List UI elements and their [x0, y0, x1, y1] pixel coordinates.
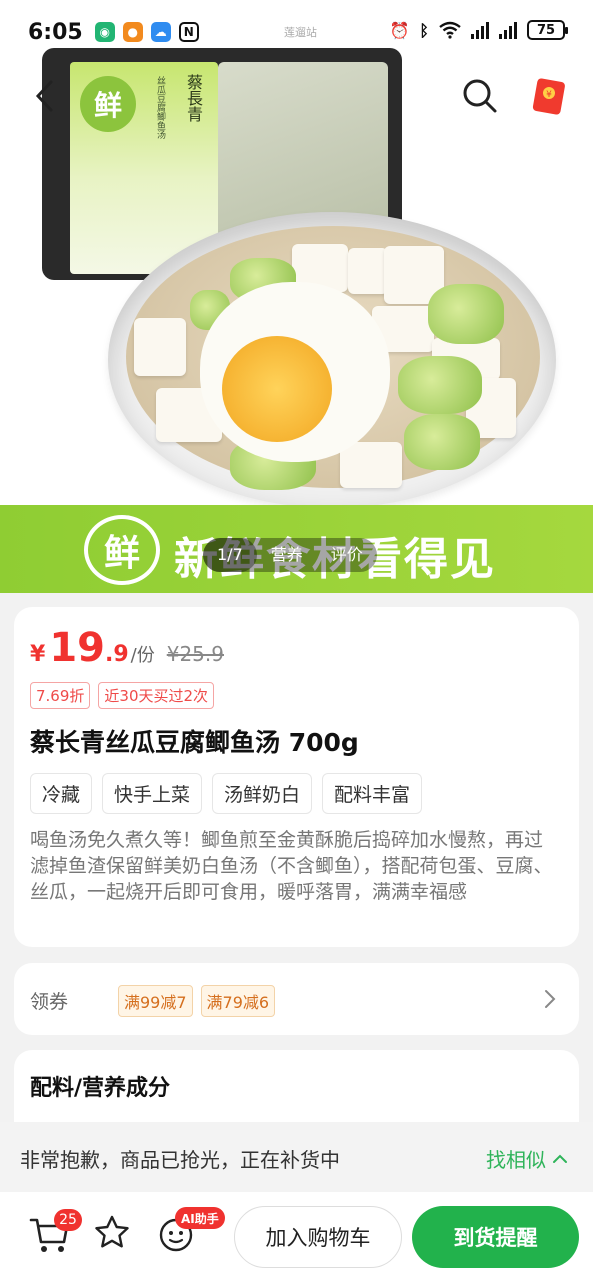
discount-tag: 7.69折 [30, 682, 91, 709]
coupon-label: 领券 [30, 991, 69, 1013]
alarm-icon: ⏰ [389, 20, 410, 40]
nfc-icon: N [178, 22, 199, 42]
image-tabs: 1/7 营养 评价 [203, 538, 377, 572]
feature-tags: 冷藏 快手上菜 汤鲜奶白 配料丰富 [30, 773, 423, 814]
battery-icon: 75 [527, 20, 568, 40]
image-tab-nutrition[interactable]: 营养 [257, 538, 317, 572]
cart-badge: 25 [54, 1209, 82, 1231]
add-to-cart-button[interactable]: 加入购物车 [234, 1206, 402, 1268]
feature-tag: 冷藏 [30, 773, 93, 814]
price-symbol: ¥ [30, 642, 46, 667]
tofu-piece [340, 442, 402, 488]
product-hero-image[interactable]: 鲜 丝瓜豆腐鲫鱼汤 蔡長青 鲜 新鲜食材看得见 [0, 0, 593, 593]
coupon-list: 满99减7 满79减6 [118, 985, 276, 1017]
product-title: 蔡长青丝瓜豆腐鲫鱼汤 700g [30, 728, 359, 757]
package-logo: 鲜 [80, 76, 136, 132]
red-packet-button[interactable]: ¥ [530, 76, 568, 116]
coupon-tag[interactable]: 满99减7 [118, 985, 193, 1017]
ai-assistant-badge: AI助手 [175, 1207, 225, 1229]
original-price: ¥25.9 [166, 642, 224, 666]
chevron-left-icon [35, 80, 53, 112]
product-info-card: ¥ 19 .9 /份 ¥25.9 7.69折 近30天买过2次 蔡长青丝瓜豆腐鲫… [14, 607, 579, 947]
bottom-action-bar: 25 AI助手 加入购物车 到货提醒 [0, 1192, 593, 1280]
tofu-piece [348, 248, 388, 294]
promo-tags: 7.69折 近30天买过2次 [30, 682, 215, 709]
search-icon [463, 79, 497, 113]
wifi-icon [439, 21, 461, 39]
price-row: ¥ 19 .9 /份 ¥25.9 [30, 625, 224, 671]
luffa-piece [428, 284, 504, 344]
package-subtitle: 丝瓜豆腐鲫鱼汤 [155, 76, 165, 139]
price-unit: /份 [130, 645, 155, 666]
luffa-piece [398, 356, 482, 414]
price-decimal: .9 [104, 642, 129, 667]
red-packet-icon: ¥ [532, 78, 565, 115]
purchase-history-tag: 近30天买过2次 [98, 682, 215, 709]
banner-logo: 鲜 [84, 515, 160, 585]
status-indicators: ⏰ ᛒ 75 [389, 20, 568, 40]
search-button[interactable] [460, 76, 500, 116]
price-integer: 19 [49, 625, 105, 671]
favorite-star-icon[interactable] [93, 1214, 131, 1250]
weather-app-icon: ☁ [150, 22, 171, 42]
find-similar-button[interactable]: 找相似 [486, 1144, 568, 1173]
luffa-piece [404, 414, 480, 470]
back-button[interactable] [24, 74, 64, 118]
svg-text:¥: ¥ [546, 90, 552, 100]
feature-tag: 快手上菜 [102, 773, 203, 814]
soldout-notice: 非常抱歉，商品已抢光，正在补货中 找相似 [0, 1122, 593, 1192]
package-brand: 蔡長青 [184, 74, 203, 122]
chevron-right-icon[interactable] [542, 987, 558, 1011]
bluetooth-icon: ᛒ [419, 20, 429, 40]
egg-yolk [222, 336, 332, 442]
chevron-up-icon [553, 1154, 567, 1163]
find-similar-label: 找相似 [486, 1148, 546, 1172]
soldout-message: 非常抱歉，商品已抢光，正在补货中 [20, 1148, 340, 1172]
signal-icon [499, 21, 517, 39]
image-tab-index[interactable]: 1/7 [203, 538, 257, 572]
coupon-row[interactable]: 领券 满99减7 满79减6 [14, 963, 579, 1035]
feature-tag: 汤鲜奶白 [212, 773, 313, 814]
feature-tag: 配料丰富 [322, 773, 423, 814]
status-time: 6:05 [28, 19, 83, 45]
coupon-tag[interactable]: 满79减6 [200, 985, 276, 1017]
product-description: 喝鱼汤免久煮久等！鲫鱼煎至金黄酥脆后捣碎加水慢熬，再过滤掉鱼渣保留鲜美奶白鱼汤（… [30, 829, 553, 903]
chat-app-icon: ● [122, 22, 143, 42]
signal-icon [471, 21, 489, 39]
status-bar: 6:05 ◉ ● ☁ N 莲遛站 ⏰ ᛒ 75 [0, 0, 593, 64]
ingredients-title: 配料/营养成分 [30, 1076, 171, 1101]
status-carrier: 莲遛站 [284, 26, 317, 39]
restock-notify-button[interactable]: 到货提醒 [412, 1206, 579, 1268]
xiaomi-app-icon: ◉ [94, 22, 115, 42]
image-tab-reviews[interactable]: 评价 [317, 538, 377, 572]
tofu-piece [134, 318, 186, 376]
